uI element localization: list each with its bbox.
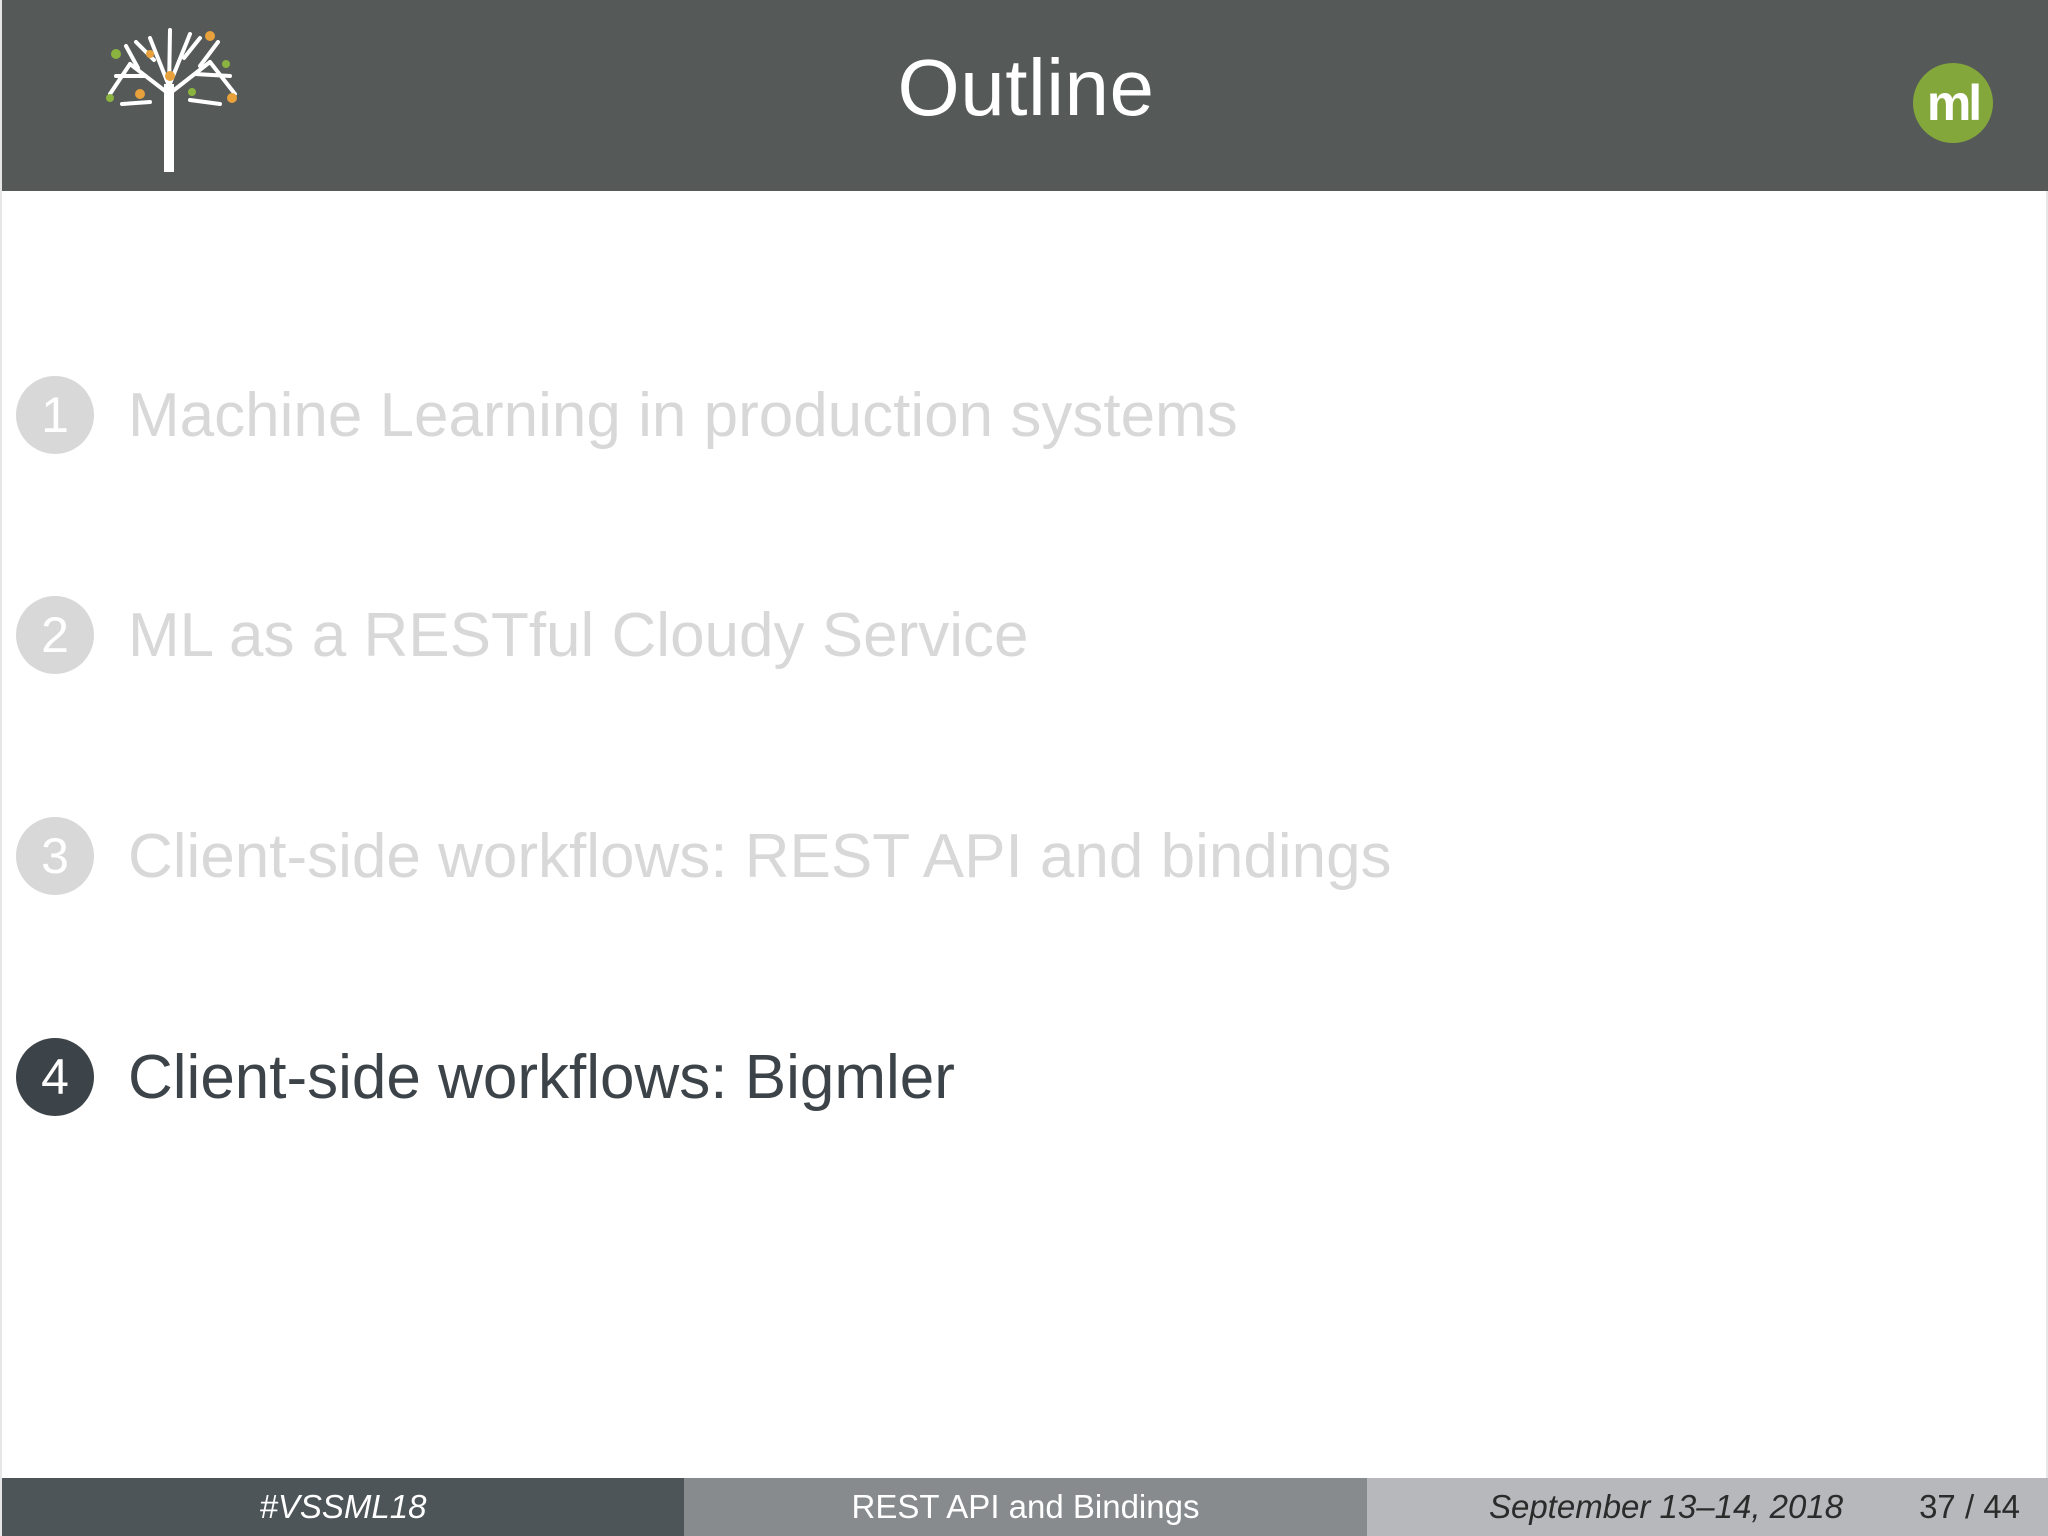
outline-number-badge: 2 bbox=[16, 596, 94, 674]
outline-item-1[interactable]: 1 Machine Learning in production systems bbox=[16, 375, 1238, 455]
outline-number-badge: 3 bbox=[16, 817, 94, 895]
slide-title: Outline bbox=[897, 42, 1155, 132]
footer-topic-text: REST API and Bindings bbox=[851, 1488, 1200, 1525]
page-number: 37 / 44 bbox=[1919, 1488, 2020, 1525]
outline-item-3[interactable]: 3 Client-side workflows: REST API and bi… bbox=[16, 816, 1392, 896]
outline-number-badge: 1 bbox=[16, 376, 94, 454]
outline-number-badge: 4 bbox=[16, 1038, 94, 1116]
footer-date-page: September 13–14, 2018 37 / 44 bbox=[1367, 1478, 2048, 1536]
footer-topic: REST API and Bindings bbox=[684, 1478, 1367, 1536]
footer-date: September 13–14, 2018 bbox=[1488, 1488, 1844, 1525]
outline-item-label: Client-side workflows: Bigmler bbox=[128, 1042, 955, 1112]
outline-item-2[interactable]: 2 ML as a RESTful Cloudy Service bbox=[16, 595, 1028, 675]
slide-header: Outline ml bbox=[2, 0, 2048, 191]
slide: Outline ml 1 Machine Learning in product… bbox=[0, 0, 2048, 1536]
outline-item-label: Machine Learning in production systems bbox=[128, 380, 1238, 450]
outline-item-label: Client-side workflows: REST API and bind… bbox=[128, 821, 1392, 891]
ml-logo-icon: ml bbox=[1913, 63, 1993, 143]
slide-footer: #VSSML18 REST API and Bindings September… bbox=[2, 1478, 2048, 1536]
outline-item-label: ML as a RESTful Cloudy Service bbox=[128, 600, 1029, 670]
footer-hashtag: #VSSML18 bbox=[2, 1478, 684, 1536]
outline-item-4-active[interactable]: 4 Client-side workflows: Bigmler bbox=[16, 1037, 955, 1117]
footer-hashtag-text: #VSSML18 bbox=[259, 1488, 427, 1525]
